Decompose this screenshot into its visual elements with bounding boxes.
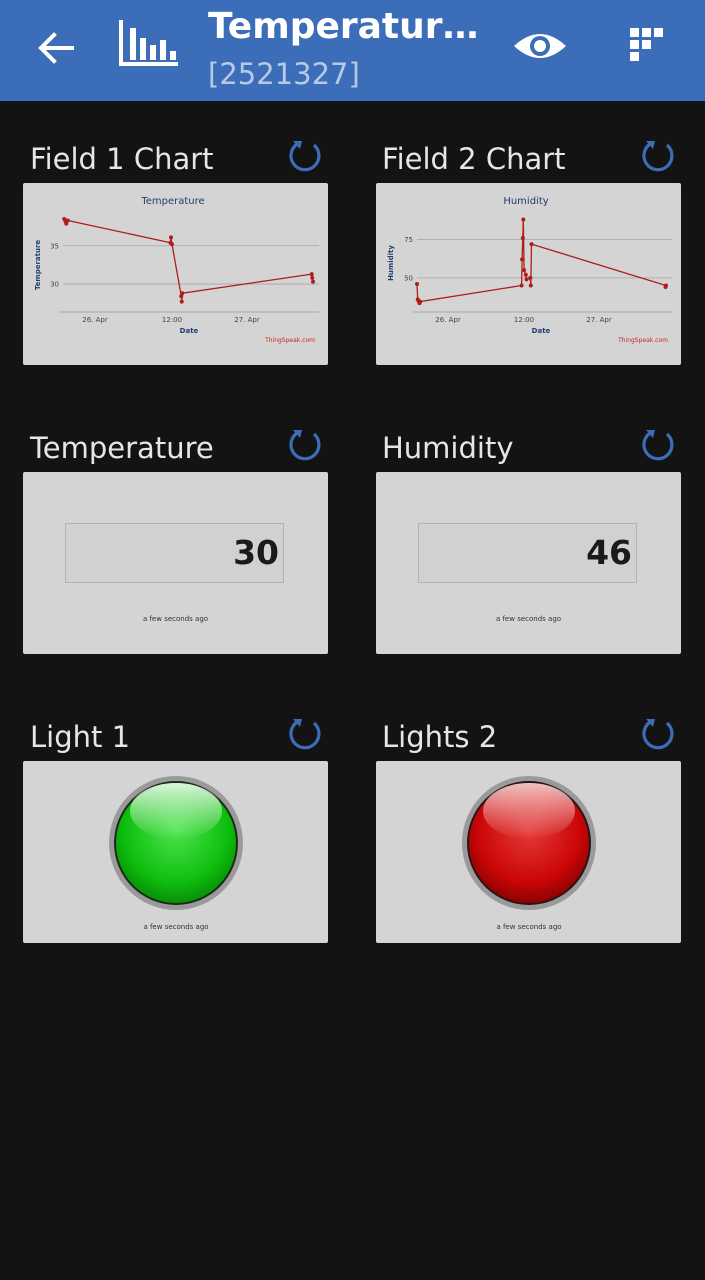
last-updated-text: a few seconds ago bbox=[142, 615, 209, 623]
refresh-icon[interactable] bbox=[287, 138, 323, 174]
light1-card-title: Light 1 bbox=[30, 720, 131, 754]
field1-chart: Temperature Temperature Date ThingSpeak.… bbox=[34, 196, 319, 344]
x-tick-label: 26. Apr bbox=[435, 316, 461, 324]
arrow-left-icon[interactable] bbox=[34, 28, 78, 68]
eye-icon[interactable] bbox=[512, 28, 568, 64]
numeric-display-box: 30 bbox=[65, 523, 284, 583]
y-tick-label: 75 bbox=[404, 236, 413, 244]
lamp-indicator: a few seconds ago bbox=[462, 776, 596, 931]
lamp-indicator: a few seconds ago bbox=[109, 776, 243, 931]
series-line bbox=[63, 218, 314, 302]
x-tick-label: 27. Apr bbox=[586, 316, 612, 324]
temperature-card-title: Temperature bbox=[30, 431, 214, 465]
data-point bbox=[528, 275, 533, 280]
x-tick-label: 12:00 bbox=[162, 316, 182, 324]
data-point bbox=[528, 283, 533, 288]
refresh-icon[interactable] bbox=[640, 716, 676, 752]
data-point bbox=[170, 242, 174, 247]
field1-chart-panel: Temperature Temperature Date ThingSpeak.… bbox=[23, 183, 328, 365]
light1-indicator-panel: a few seconds ago bbox=[23, 761, 328, 943]
last-updated-text: a few seconds ago bbox=[496, 923, 561, 931]
grid-icon[interactable] bbox=[630, 26, 670, 66]
data-point bbox=[415, 281, 419, 286]
humidity-value: 46 bbox=[586, 533, 632, 572]
humidity-card-title: Humidity bbox=[382, 431, 514, 465]
data-point bbox=[65, 218, 70, 223]
data-point bbox=[529, 242, 534, 247]
data-point bbox=[521, 217, 526, 222]
y-axis-label: Temperature bbox=[34, 240, 42, 291]
data-point bbox=[523, 272, 528, 277]
data-point bbox=[310, 275, 315, 280]
refresh-icon[interactable] bbox=[640, 138, 676, 174]
channel-id: [2521327] bbox=[208, 57, 360, 91]
data-point bbox=[522, 268, 527, 273]
temperature-value: 30 bbox=[233, 533, 279, 572]
humidity-display-panel: 46 a few seconds ago bbox=[376, 472, 681, 654]
last-updated-text: a few seconds ago bbox=[143, 923, 208, 931]
data-point bbox=[663, 285, 668, 290]
data-point bbox=[418, 299, 423, 304]
data-point bbox=[524, 277, 529, 282]
bar-chart-icon[interactable] bbox=[118, 18, 180, 68]
refresh-icon[interactable] bbox=[640, 427, 676, 463]
watermark-text: ThingSpeak.com bbox=[617, 337, 668, 344]
x-axis-label: Date bbox=[180, 327, 199, 335]
light2-indicator-panel: a few seconds ago bbox=[376, 761, 681, 943]
temperature-display-panel: 30 a few seconds ago bbox=[23, 472, 328, 654]
light2-card-title: Lights 2 bbox=[382, 720, 498, 754]
chart-title: Temperature bbox=[140, 196, 204, 207]
data-point bbox=[520, 235, 525, 240]
y-tick-label: 50 bbox=[404, 274, 413, 282]
y-tick-label: 35 bbox=[50, 242, 59, 250]
field1-chart-title: Field 1 Chart bbox=[30, 142, 214, 176]
field2-chart-panel: Humidity Humidity Date ThingSpeak.com 50… bbox=[376, 183, 681, 365]
data-point bbox=[520, 257, 525, 262]
data-point bbox=[311, 279, 315, 284]
data-point bbox=[309, 272, 314, 277]
data-point bbox=[169, 235, 173, 240]
y-axis-label: Humidity bbox=[387, 245, 395, 281]
x-tick-label: 12:00 bbox=[514, 316, 534, 324]
refresh-icon[interactable] bbox=[287, 427, 323, 463]
numeric-display-box: 46 bbox=[418, 523, 637, 583]
app-bar: Temperature… [2521327] bbox=[0, 0, 705, 101]
data-point bbox=[519, 283, 524, 288]
chart-title: Humidity bbox=[503, 196, 548, 207]
x-tick-label: 26. Apr bbox=[82, 316, 108, 324]
data-point bbox=[180, 291, 185, 296]
x-axis-label: Date bbox=[532, 327, 551, 335]
x-tick-label: 27. Apr bbox=[234, 316, 260, 324]
watermark-text: ThingSpeak.com bbox=[264, 337, 315, 344]
field2-chart: Humidity Humidity Date ThingSpeak.com 50… bbox=[387, 196, 672, 344]
data-point bbox=[179, 299, 184, 304]
channel-title: Temperature… bbox=[208, 6, 493, 47]
y-tick-label: 30 bbox=[50, 281, 59, 289]
last-updated-text: a few seconds ago bbox=[495, 615, 562, 623]
series-line bbox=[416, 219, 667, 305]
field2-chart-title: Field 2 Chart bbox=[382, 142, 566, 176]
refresh-icon[interactable] bbox=[287, 716, 323, 752]
